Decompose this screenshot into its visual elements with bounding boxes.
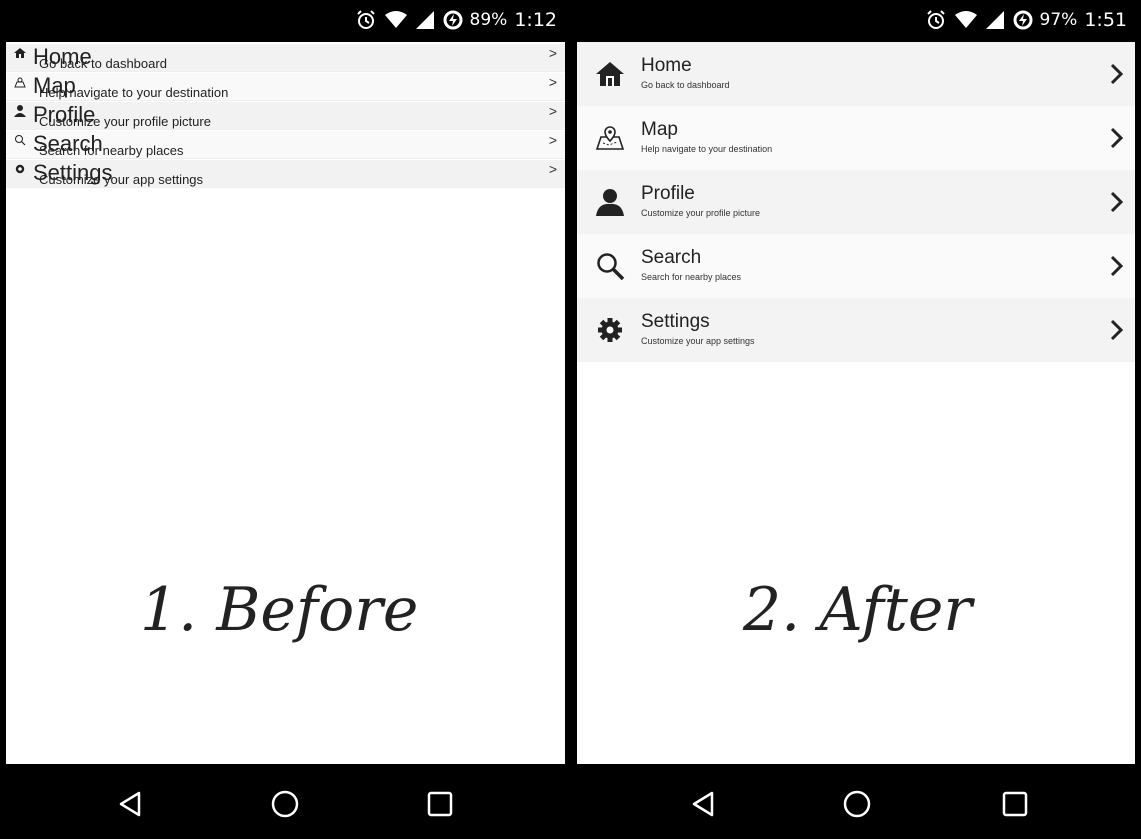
chevron-right-icon: >	[548, 74, 557, 90]
chevron-right-icon	[1110, 319, 1124, 341]
gear-icon	[15, 164, 25, 174]
caption: 1. Before	[140, 575, 419, 645]
menu-item-subtitle: Help navigate to your destination	[641, 144, 773, 154]
map-icon	[595, 126, 625, 150]
caption: 2. After	[743, 575, 973, 645]
profile-icon	[14, 105, 26, 117]
back-icon[interactable]	[110, 784, 150, 824]
menu-item-subtitle: Customize your profile picture	[641, 208, 761, 218]
signal-icon	[415, 11, 434, 29]
status-bar: 97% 1:51	[571, 0, 1141, 42]
menu-item-subtitle: Search for nearby places	[641, 272, 742, 282]
chevron-right-icon	[1110, 127, 1124, 149]
menu-item-title: Settings	[641, 311, 710, 332]
menu-item-home[interactable]: Home Go back to dashboard	[577, 42, 1135, 106]
after-phone: 97% 1:51 Home Go back to dashboard Map H…	[571, 0, 1141, 839]
alarm-icon	[926, 10, 945, 29]
menu-item-subtitle: Go back to dashboard	[641, 80, 730, 90]
search-icon	[597, 253, 625, 281]
chevron-right-icon: >	[548, 45, 557, 61]
chevron-right-icon: >	[548, 103, 557, 119]
menu-item-settings[interactable]: Settings Customize your app settings	[577, 298, 1135, 362]
search-icon	[15, 135, 26, 146]
menu-item-home[interactable]: Home Go back to dashboard >	[6, 44, 565, 72]
chevron-right-icon: >	[548, 161, 557, 177]
menu-item-profile[interactable]: Profile Customize your profile picture	[577, 170, 1135, 234]
menu-item-subtitle: Customize your app settings	[641, 336, 755, 346]
menu-item-title: Home	[641, 55, 692, 76]
signal-icon	[985, 11, 1004, 29]
menu-item-subtitle: Help navigate to your destination	[39, 85, 229, 100]
after-screen: Home Go back to dashboard Map Help navig…	[577, 42, 1135, 764]
battery-percent: 97%	[1039, 10, 1078, 30]
recents-icon[interactable]	[420, 784, 460, 824]
chevron-right-icon	[1110, 63, 1124, 85]
menu-item-subtitle: Go back to dashboard	[39, 56, 167, 71]
recents-icon[interactable]	[995, 784, 1035, 824]
menu-item-title: Profile	[641, 183, 695, 204]
menu-item-search[interactable]: Search Search for nearby places	[577, 234, 1135, 298]
home-circle-icon[interactable]	[837, 784, 877, 824]
gear-icon	[598, 318, 622, 342]
map-icon	[14, 77, 26, 88]
navigation-bar	[0, 764, 571, 839]
before-screen: Home Go back to dashboard > Map Help nav…	[6, 42, 565, 764]
battery-saver-icon	[443, 10, 463, 30]
chevron-right-icon	[1110, 191, 1124, 213]
menu-item-title: Search	[641, 247, 702, 268]
menu-item-map[interactable]: Map Help navigate to your destination	[577, 106, 1135, 170]
wifi-icon	[954, 11, 977, 28]
menu-item-map[interactable]: Map Help navigate to your destination >	[6, 73, 565, 101]
home-icon	[14, 48, 26, 58]
clock: 1:51	[1084, 9, 1127, 31]
clock: 1:12	[514, 9, 557, 31]
menu-item-subtitle: Search for nearby places	[39, 143, 184, 158]
before-phone: 89% 1:12 Home Go back to dashboard > Map…	[0, 0, 571, 839]
back-icon[interactable]	[683, 784, 723, 824]
home-circle-icon[interactable]	[265, 784, 305, 824]
menu-item-subtitle: Customize your profile picture	[39, 114, 211, 129]
home-icon	[596, 62, 624, 86]
status-bar: 89% 1:12	[0, 0, 571, 42]
menu-item-subtitle: Customize your app settings	[39, 172, 204, 187]
menu-item-profile[interactable]: Profile Customize your profile picture >	[6, 102, 565, 130]
menu-item-search[interactable]: Search Search for nearby places >	[6, 131, 565, 159]
wifi-icon	[384, 11, 407, 28]
navigation-bar	[571, 764, 1141, 839]
alarm-icon	[356, 10, 375, 29]
menu-item-title: Map	[641, 119, 678, 140]
menu-item-settings[interactable]: Settings Customize your app settings >	[6, 160, 565, 188]
battery-saver-icon	[1013, 10, 1033, 30]
chevron-right-icon: >	[548, 132, 557, 148]
profile-icon	[596, 189, 624, 216]
chevron-right-icon	[1110, 255, 1124, 277]
battery-percent: 89%	[469, 10, 508, 30]
